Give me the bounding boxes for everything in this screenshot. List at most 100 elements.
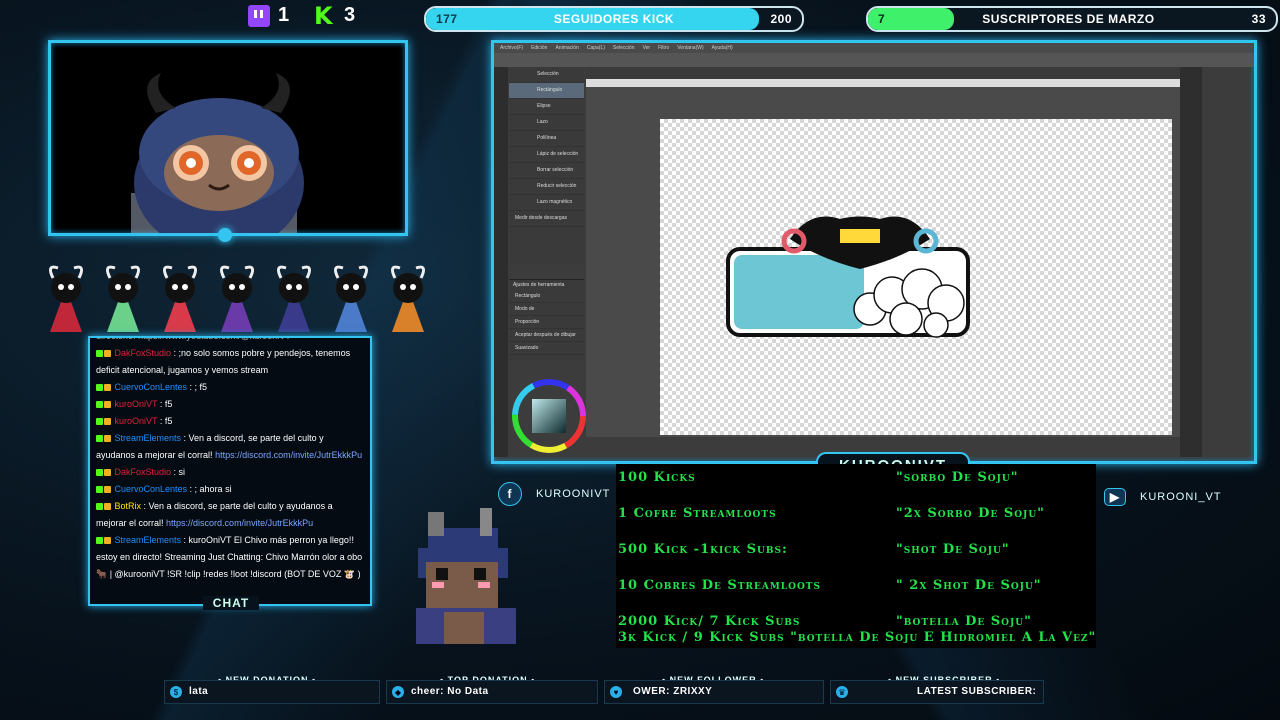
subtool-item[interactable]: Borrar selección (509, 163, 584, 179)
kick-count: 3 (344, 4, 356, 26)
chat-message: BotRix : Ven a discord, se parte del cul… (90, 498, 370, 532)
chat-username[interactable]: StreamElements (112, 433, 184, 443)
rewards-panel: 100 Kicks "sorbo De Soju" 1 Cofre Streamlo… (616, 464, 1096, 648)
reward-trigger: 100 Kicks (618, 470, 696, 485)
donation-icon: $ (170, 686, 182, 698)
menu-item[interactable]: Capa(L) (587, 45, 605, 51)
badge-icon (96, 469, 103, 477)
property-item[interactable]: Rectángulo (509, 290, 584, 303)
reward-prize: "2x Sorbo De Soju" (896, 506, 1045, 521)
chat-panel: directorio: https://www.youtube.com/@kur… (88, 336, 372, 606)
subtool-item[interactable]: Reducir selección (509, 179, 584, 195)
reward-trigger: 10 Cobres De Streamloots (618, 578, 822, 593)
chat-link[interactable]: https://discord.com/invite/JutrEkkkPu (215, 450, 362, 460)
character-figure (219, 265, 255, 332)
top-donation-value: cheer: No Data (411, 686, 489, 697)
color-wheel[interactable] (512, 379, 586, 453)
chat-message: kuroOniVT : f5 (90, 396, 370, 413)
character-figure (162, 265, 198, 332)
badge-icon (96, 350, 103, 358)
chat-username[interactable]: CuervoConLentes (112, 382, 190, 392)
follower-icon: ♥ (610, 686, 622, 698)
chat-username[interactable]: DakFoxStudio (112, 348, 174, 358)
chat-text: : ; ahora si (189, 484, 232, 494)
chat-message: CuervoConLentes : ; f5 (90, 379, 370, 396)
new-follower-widget: ♥ OWER: ZRIXXY (604, 680, 824, 704)
twitch-count: 1 (278, 4, 290, 26)
subtool-item[interactable]: Polilínea (509, 131, 584, 147)
property-item[interactable]: Suavizado (509, 342, 584, 355)
menu-item[interactable]: Animación (555, 45, 578, 51)
camera-frame-ornament (202, 228, 250, 242)
app-menubar: Archivo(F) Edición Animación Capa(L) Selecci… (494, 43, 1254, 53)
subtool-item[interactable]: Lazo (509, 115, 584, 131)
badge-icon (96, 435, 103, 443)
tool-column[interactable] (494, 67, 508, 457)
subtool-item[interactable]: Elipse (509, 99, 584, 115)
pixel-avatar (416, 508, 516, 644)
badge-icon (96, 503, 103, 511)
new-subscriber-widget: ♛ LATEST SUBSCRIBER: (830, 680, 1044, 704)
badge-icon (96, 384, 103, 392)
youtube-handle: KUROONI_VT (1140, 491, 1222, 503)
character-figure (390, 265, 426, 332)
subtool-item[interactable]: Rectángulo (509, 83, 584, 99)
chat-message: StreamElements : kuroOniVT El Chivo más … (90, 532, 370, 583)
menu-item[interactable]: Ayuda(H) (712, 45, 733, 51)
canvas-artwork (726, 216, 970, 338)
badge-icon (104, 537, 111, 545)
reward-trigger: 500 Kick -1kick Subs: (618, 542, 788, 557)
badge-icon (104, 418, 111, 426)
reward-prize: " 2x Shot De Soju" (896, 578, 1042, 593)
canvas-area (586, 67, 1180, 437)
kick-followers-goal: 177 SEGUIDORES KICK 200 (424, 6, 804, 32)
chat-username[interactable]: CuervoConLentes (112, 484, 190, 494)
badge-icon (96, 418, 103, 426)
property-item[interactable]: Modo de (509, 303, 584, 316)
chat-username[interactable]: kuroOniVT (112, 399, 160, 409)
youtube-icon: ▶ (1104, 488, 1126, 506)
app-toolbar[interactable] (494, 53, 1254, 67)
reward-prize: "botella De Soju" (896, 614, 1032, 629)
subtool-item[interactable]: Lápiz de selección (509, 147, 584, 163)
subtool-footer: Medir desde descargas (509, 211, 584, 227)
chat-message: StreamElements : Ven a discord, se parte… (90, 430, 370, 464)
menu-item[interactable]: Selección (613, 45, 635, 51)
chat-partial-line: directorio: https://www.youtube.com/@kur… (96, 336, 291, 341)
subtool-item[interactable]: Lazo magnético (509, 195, 584, 211)
menu-item[interactable]: Ventana(W) (677, 45, 703, 51)
property-item[interactable]: Aceptar después de dibujar (509, 329, 584, 342)
menu-item[interactable]: Archivo(F) (500, 45, 523, 51)
menu-item[interactable]: Filtro (658, 45, 669, 51)
goal-label: SEGUIDORES KICK (553, 12, 675, 26)
chat-username[interactable]: kuroOniVT (112, 416, 160, 426)
twitch-counter: 1 (248, 4, 289, 27)
badge-icon (104, 469, 111, 477)
facebook-icon: f (498, 482, 522, 506)
kick-counter: K 3 (314, 4, 356, 28)
chat-link[interactable]: https://discord.com/invite/JutrEkkkPu (166, 518, 313, 528)
chat-username[interactable]: StreamElements (112, 535, 184, 545)
property-item[interactable]: Proporción (509, 316, 584, 329)
reward-last: 3k Kick / 9 Kick Subs "botella De Soju E… (618, 630, 1097, 645)
character-figure (48, 265, 84, 332)
top-donation-widget: ◆ cheer: No Data (386, 680, 598, 704)
canvas-ruler (586, 79, 1180, 87)
layer-dock[interactable] (1180, 67, 1202, 457)
camera-frame (48, 40, 408, 253)
chat-username[interactable]: DakFoxStudio (112, 467, 174, 477)
chat-username[interactable]: BotRix (112, 501, 144, 511)
menu-item[interactable]: Ver (643, 45, 651, 51)
character-figure (276, 265, 312, 332)
drawing-canvas[interactable] (660, 119, 1172, 435)
badge-icon (104, 401, 111, 409)
subs-goal: 7 SUSCRIPTORES DE MARZO 33 (866, 6, 1278, 32)
crown-icon: ♛ (836, 686, 848, 698)
character-figure (333, 265, 369, 332)
menu-item[interactable]: Edición (531, 45, 547, 51)
app-window: Archivo(F) Edición Animación Capa(L) Selecci… (491, 40, 1257, 464)
chat-label: CHAT (202, 596, 260, 610)
avatar-cam (131, 73, 304, 253)
money-bag-icon: ◆ (392, 686, 404, 698)
subtool-item[interactable]: Selección (509, 67, 584, 83)
